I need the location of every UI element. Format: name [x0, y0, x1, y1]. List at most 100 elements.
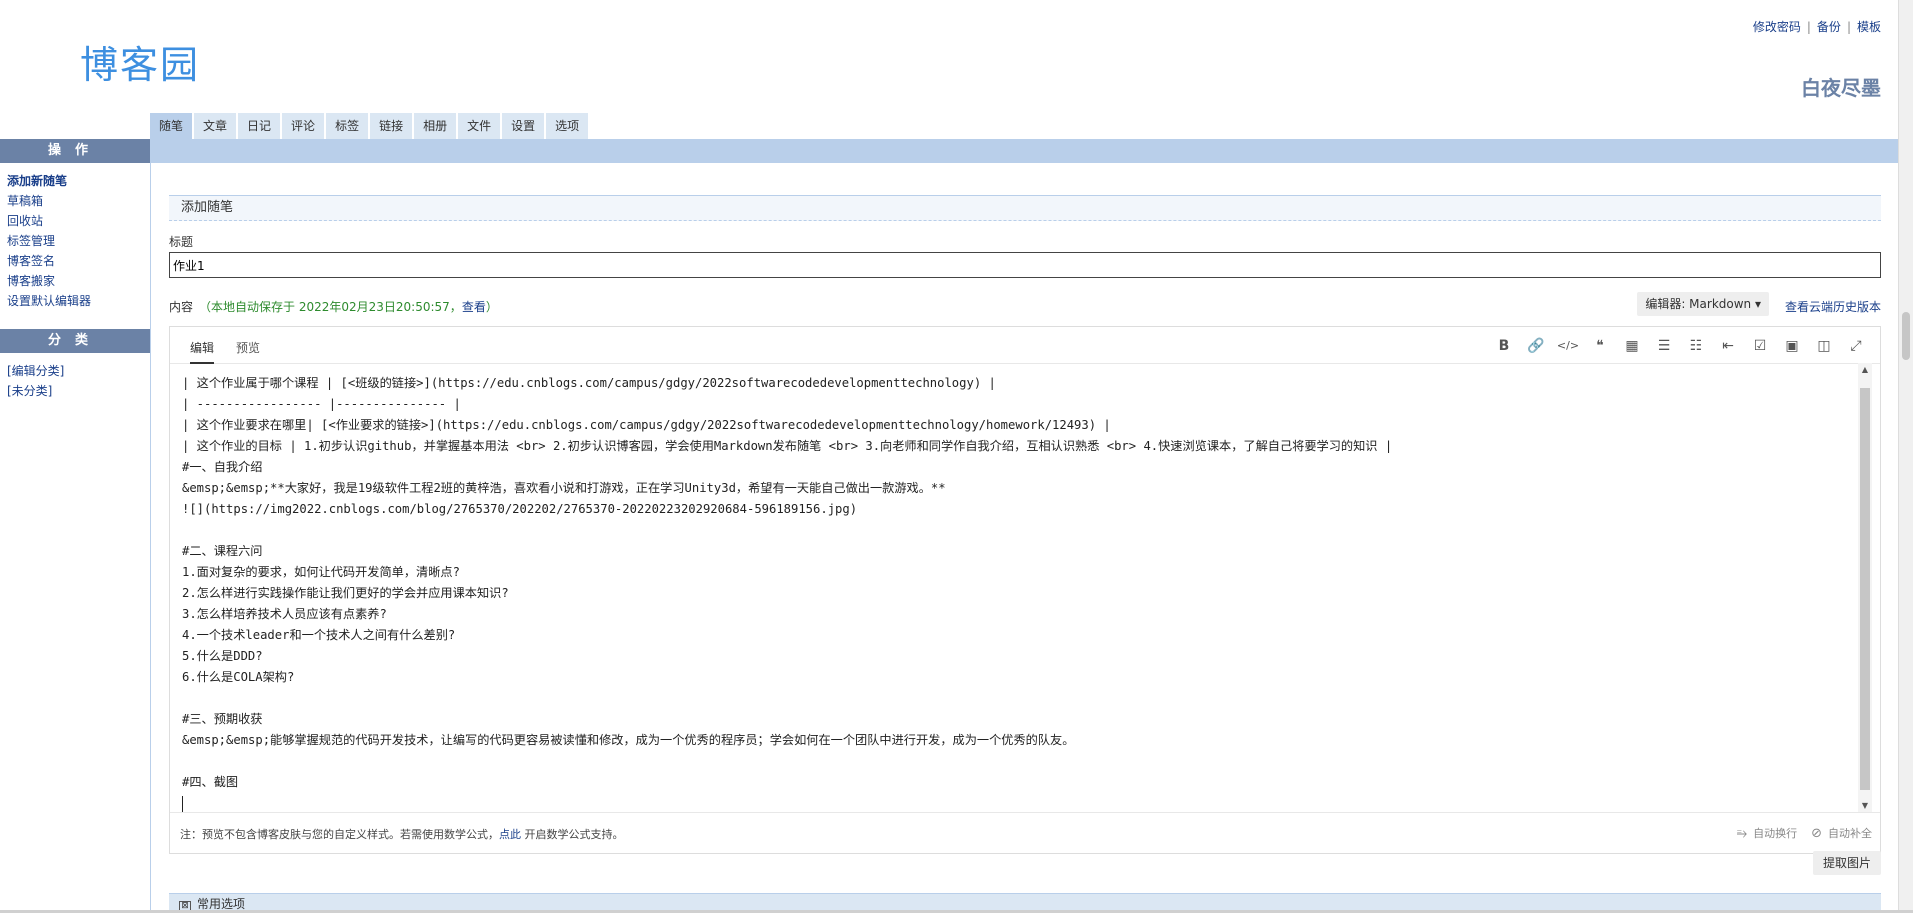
- editor-tab-preview[interactable]: 预览: [236, 339, 260, 356]
- content-row: 内容 （本地自动保存于 2022年02月23日20:50:57，查看） 编辑器: …: [169, 292, 1881, 320]
- tab-posts[interactable]: 随笔: [150, 113, 193, 139]
- scroll-up-icon[interactable]: ▲: [1858, 363, 1872, 377]
- auto-complete-label: 自动补全: [1828, 827, 1872, 840]
- editor-footer-options: ⥱ 自动换行 ⊘ 自动补全: [1723, 825, 1872, 841]
- tab-options[interactable]: 选项: [546, 113, 589, 139]
- tab-diary[interactable]: 日记: [238, 113, 281, 139]
- text-caret: [182, 795, 183, 812]
- task-list-icon[interactable]: ☑: [1744, 335, 1776, 357]
- editor-scrollbar[interactable]: ▲ ▼: [1858, 363, 1872, 813]
- quote-icon[interactable]: ❝: [1584, 335, 1616, 357]
- sidebar-item-add-post[interactable]: 添加新随笔: [7, 171, 143, 191]
- autosave-status: （本地自动保存于 2022年02月23日20:50:57，查看）: [199, 300, 498, 314]
- separator: |: [1806, 20, 1811, 34]
- cloud-history-link[interactable]: 查看云端历史版本: [1785, 298, 1881, 315]
- split-view-icon[interactable]: ◫: [1808, 335, 1840, 357]
- markdown-editor: 编辑 预览 B 🔗 </> ❝ ▦ ☰ ☷ ⇤ ☑ ▣ ◫ ⤢ | 这个作业属于…: [169, 326, 1881, 854]
- main-content: 添加随笔 标题 内容（本地自动保存于 2022年02月23日20:50:57，查…: [169, 195, 1881, 854]
- backup-link[interactable]: 备份: [1817, 20, 1841, 34]
- fetch-images-button[interactable]: 提取图片: [1812, 851, 1881, 875]
- sidebar-item-default-editor[interactable]: 设置默认编辑器: [7, 291, 143, 311]
- tab-comments[interactable]: 评论: [282, 113, 325, 139]
- code-icon[interactable]: </>: [1552, 335, 1584, 357]
- tab-albums[interactable]: 相册: [414, 113, 457, 139]
- word-wrap-label: 自动换行: [1753, 827, 1798, 840]
- top-links: 修改密码 | 备份 | 模板: [1753, 18, 1881, 35]
- code-line: | 这个作业属于哪个课程 | [<班级的链接>](https://edu.cnb…: [182, 376, 996, 390]
- indent-icon[interactable]: ⇤: [1712, 335, 1744, 357]
- editor-toolbar: 编辑 预览 B 🔗 </> ❝ ▦ ☰ ☷ ⇤ ☑ ▣ ◫ ⤢: [170, 327, 1880, 364]
- sidebar-ops-list: 添加新随笔 草稿箱 回收站 标签管理 博客签名 博客搬家 设置默认编辑器: [0, 163, 150, 321]
- sidebar-cat-list: [编辑分类] [未分类]: [0, 353, 150, 411]
- link-icon[interactable]: 🔗: [1520, 335, 1552, 357]
- sidebar-ops-title: 操作: [0, 139, 150, 163]
- common-options-label: 常用选项: [197, 897, 246, 911]
- numbered-list-icon[interactable]: ☷: [1680, 335, 1712, 357]
- sidebar-item-edit-category[interactable]: [编辑分类]: [7, 361, 143, 381]
- word-wrap-toggle[interactable]: ⥱ 自动换行: [1737, 825, 1797, 841]
- title-label: 标题: [169, 235, 194, 249]
- sidebar: 操作 添加新随笔 草稿箱 回收站 标签管理 博客签名 博客搬家 设置默认编辑器 …: [0, 139, 151, 913]
- tab-links[interactable]: 链接: [370, 113, 413, 139]
- tab-articles[interactable]: 文章: [194, 113, 237, 139]
- math-enable-link[interactable]: 点此: [499, 828, 521, 841]
- template-link[interactable]: 模板: [1857, 20, 1881, 34]
- autosave-view-link[interactable]: 查看: [462, 300, 486, 314]
- code-line: #三、预期收获: [182, 712, 263, 726]
- main-tabs: 随笔 文章 日记 评论 标签 链接 相册 文件 设置 选项: [150, 113, 590, 139]
- sidebar-item-recycle[interactable]: 回收站: [7, 211, 143, 231]
- bullet-list-icon[interactable]: ☰: [1648, 335, 1680, 357]
- sidebar-item-tag-manage[interactable]: 标签管理: [7, 231, 143, 251]
- auto-complete-icon: ⊘: [1811, 825, 1822, 841]
- user-name[interactable]: 白夜尽墨: [1801, 72, 1881, 101]
- tab-tags[interactable]: 标签: [326, 113, 369, 139]
- code-line: | ----------------- |--------------- |: [182, 397, 461, 411]
- code-line: 4.一个技术leader和一个技术人之间有什么差别?: [182, 628, 456, 642]
- code-line: | 这个作业的目标 | 1.初步认识github，并掌握基本用法 <br> 2.…: [182, 439, 1393, 453]
- autosave-end: ）: [485, 300, 498, 314]
- page-scrollbar[interactable]: [1898, 0, 1913, 913]
- scroll-down-icon[interactable]: ▼: [1858, 799, 1872, 813]
- editor-select[interactable]: 编辑器: Markdown ▾: [1637, 292, 1769, 316]
- tab-files[interactable]: 文件: [458, 113, 501, 139]
- code-line-caret: [182, 793, 1844, 814]
- site-logo[interactable]: 博客园: [80, 34, 200, 89]
- section-title: 添加随笔: [169, 195, 1881, 221]
- tab-band: [150, 139, 1913, 163]
- editor-tab-edit[interactable]: 编辑: [190, 339, 215, 364]
- autosave-text: （本地自动保存于 2022年02月23日20:50:57，: [199, 300, 462, 314]
- code-line: ![](https://img2022.cnblogs.com/blog/276…: [182, 502, 858, 516]
- title-input[interactable]: [169, 252, 1881, 278]
- code-line: #一、自我介绍: [182, 460, 263, 474]
- page-scroll-thumb[interactable]: [1902, 312, 1910, 360]
- markdown-textarea[interactable]: | 这个作业属于哪个课程 | [<班级的链接>](https://edu.cnb…: [170, 363, 1856, 813]
- toolbar-icons: B 🔗 </> ❝ ▦ ☰ ☷ ⇤ ☑ ▣ ◫ ⤢: [1488, 335, 1872, 357]
- code-line: 1.面对复杂的要求，如何让代码开发简单，清晰点?: [182, 565, 460, 579]
- sidebar-cat-title: 分类: [0, 329, 150, 353]
- preview-note: 注：预览不包含博客皮肤与您的自定义样式。若需使用数学公式，点此 开启数学公式支持…: [180, 826, 624, 842]
- sidebar-item-signature[interactable]: 博客签名: [7, 251, 143, 271]
- auto-complete-toggle[interactable]: ⊘ 自动补全: [1811, 825, 1872, 841]
- sidebar-item-drafts[interactable]: 草稿箱: [7, 191, 143, 211]
- note-suffix: 开启数学公式支持。: [521, 828, 624, 841]
- tab-settings[interactable]: 设置: [502, 113, 545, 139]
- image-icon[interactable]: ▣: [1776, 335, 1808, 357]
- scroll-thumb[interactable]: [1860, 388, 1870, 790]
- code-line: #二、课程六问: [182, 544, 263, 558]
- bold-icon[interactable]: B: [1488, 335, 1520, 357]
- separator: |: [1846, 20, 1851, 34]
- code-line: | 这个作业要求在哪里| [<作业要求的链接>](https://edu.cnb…: [182, 418, 1111, 432]
- content-label-text: 内容: [169, 300, 194, 314]
- sidebar-item-migrate[interactable]: 博客搬家: [7, 271, 143, 291]
- code-line: 3.怎么样培养技术人员应该有点素养?: [182, 607, 387, 621]
- sidebar-item-uncategorized[interactable]: [未分类]: [7, 381, 143, 401]
- fullscreen-icon[interactable]: ⤢: [1840, 335, 1872, 357]
- editor-footer: 注：预览不包含博客皮肤与您的自定义样式。若需使用数学公式，点此 开启数学公式支持…: [170, 812, 1880, 853]
- content-label: 内容 （本地自动保存于 2022年02月23日20:50:57，查看）: [169, 298, 498, 315]
- code-line: #四、截图: [182, 775, 239, 789]
- change-password-link[interactable]: 修改密码: [1753, 20, 1801, 34]
- table-icon[interactable]: ▦: [1616, 335, 1648, 357]
